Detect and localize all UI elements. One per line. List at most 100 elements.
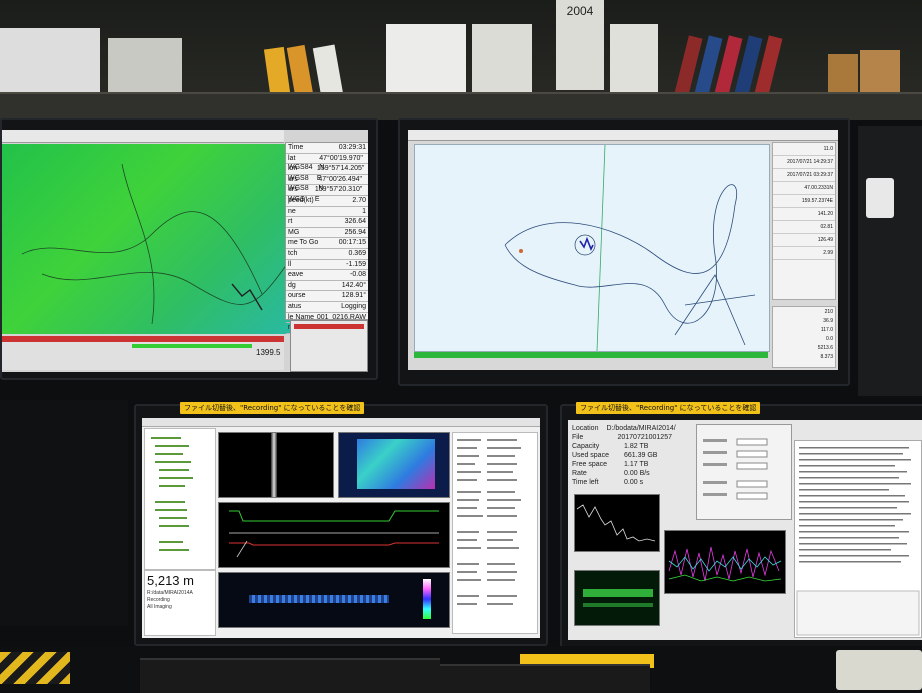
side-equipment (858, 126, 922, 396)
screen-sonar: 5,213 m R:/data/MIRAI2014A Recording All I… (142, 418, 540, 638)
navigation-table: Time 03:29:31 lat WGS84 47°00'19.970" Nlon … (285, 142, 368, 334)
sensor-value: 36.9 (823, 317, 833, 324)
screen-track-plot: 11.0 2017/07/21 14:29:37 2017/07/21 03:29:… (408, 130, 838, 370)
tree-node (159, 549, 189, 551)
profile-image (357, 439, 435, 489)
nav-table-row: ne 1 (286, 207, 368, 218)
info-value: 1.82 TB (624, 443, 649, 450)
setting-field (736, 480, 768, 488)
instruction-label: ファイル切替後、"Recording" になっていることを確認 (576, 402, 761, 414)
settings-dialog (696, 424, 792, 520)
nav-value: 47°00'19.970" N (319, 154, 363, 172)
info-value: 20170721001257 (617, 434, 672, 441)
desk (0, 646, 922, 693)
nav-value: 159°57'14.205" E (316, 165, 365, 182)
nav-label: ll (288, 260, 292, 268)
sub-bottom-profile (338, 432, 450, 498)
info-label: Used space (572, 452, 609, 459)
monitor-bottom-right: ファイル切替後、"Recording" になっていることを確認 Location… (560, 402, 922, 648)
parameter (487, 579, 515, 581)
ship-track (21, 163, 288, 325)
log-line (799, 447, 909, 449)
parameter (457, 439, 481, 441)
info-label: Rate (572, 470, 587, 477)
ship-track (674, 274, 756, 346)
monitor-top-left: 1399.5 Time 03:29:31 lat WGS84 47°00'19.970… (0, 118, 378, 380)
parameter (457, 563, 479, 565)
monitor-mount (866, 178, 894, 218)
keyboard (440, 664, 650, 693)
waypoint (519, 249, 523, 253)
tree-node (159, 525, 189, 527)
instruction-label: ファイル切替後、"Recording" になっていることを確認 (180, 402, 365, 414)
info-label: Capacity (572, 443, 600, 450)
trace-red (229, 542, 439, 546)
parameter (487, 491, 515, 493)
log-line (799, 495, 905, 497)
nav-table-row: urs WGS 159°57'20.310" E (286, 185, 368, 203)
nav-value: 142.40° (341, 281, 366, 289)
info-value: 2017/07/21 14:29:37 (773, 156, 835, 169)
status-line: R:/data/MIRAI2014A (147, 590, 193, 596)
keyboard-white (836, 650, 922, 690)
nav-value: 128.91° (341, 292, 366, 300)
disk-info-row: Location D:/bodata/MIRAI2014/ (572, 424, 676, 433)
info-value: 0.00 s (624, 479, 644, 486)
toolbar (2, 130, 284, 143)
monitor-bottom-far-left (0, 400, 128, 626)
nav-label: MG (288, 228, 300, 236)
parameter (487, 479, 517, 481)
parameter (457, 595, 479, 597)
info-value: 1.17 TB (624, 461, 649, 468)
nav-label: lat WGS84 (288, 154, 313, 172)
tree-node (155, 453, 183, 455)
disk-info-row: Time left 0.00 s (572, 478, 672, 487)
info-value: 159.57.2374E (773, 195, 835, 208)
nav-table-row: rt 326.64 (286, 217, 368, 228)
log-line (799, 519, 903, 521)
log-line (799, 459, 911, 461)
sensor-value: 117.0 (820, 326, 833, 333)
info-label: Time left (572, 479, 599, 486)
level-plot (574, 570, 660, 626)
info-value: 0.00 B/s (624, 470, 650, 477)
monitor-bottom-left: ファイル切替後、"Recording" になっていることを確認 5,213 m … (134, 402, 548, 646)
nav-value: 00:17:15 (338, 239, 366, 247)
nav-value: 03:29:31 (338, 144, 366, 151)
tree-node (159, 477, 193, 479)
waterfall-plot (218, 432, 334, 498)
parameter (457, 507, 477, 509)
log-line (799, 555, 909, 557)
parameter (457, 463, 475, 465)
tree-node (155, 509, 187, 511)
nav-table-row: eave -0.08 (286, 270, 368, 281)
status-line: All Imaging (147, 604, 172, 610)
level-band (583, 589, 653, 597)
parameter (457, 447, 477, 449)
sensor-value: 5213.6 (817, 344, 833, 351)
log-line (799, 513, 911, 515)
screen-navigation: 1399.5 Time 03:29:31 lat WGS84 47°00'19.970… (2, 130, 368, 372)
log-line (799, 549, 891, 551)
parameter-list (452, 432, 538, 634)
nav-table-row: ll -1.159 (286, 260, 368, 271)
screen-recorder: Location D:/bodata/MIRAI2014/File 20170721… (568, 420, 922, 640)
log-line (799, 561, 901, 563)
log-line (799, 507, 897, 509)
nav-label: urs WGS (288, 186, 305, 203)
nav-table-row: MG 256.94 (286, 228, 368, 239)
swath-band (249, 595, 389, 603)
log-line (799, 465, 895, 467)
color-scale (423, 579, 431, 619)
info-value: 2017/07/21 03:29:37 (773, 169, 835, 182)
nav-value: 2.70 (352, 196, 366, 204)
log-line (799, 543, 907, 545)
nav-table-row: me To Go 00:17:15 (286, 238, 368, 249)
setting-field (736, 462, 768, 470)
tree-node (155, 461, 191, 463)
menu-bar (142, 418, 540, 427)
log-line (799, 531, 909, 533)
sensor-value: 210 (824, 308, 833, 315)
parameter (457, 579, 481, 581)
parameter (457, 603, 477, 605)
